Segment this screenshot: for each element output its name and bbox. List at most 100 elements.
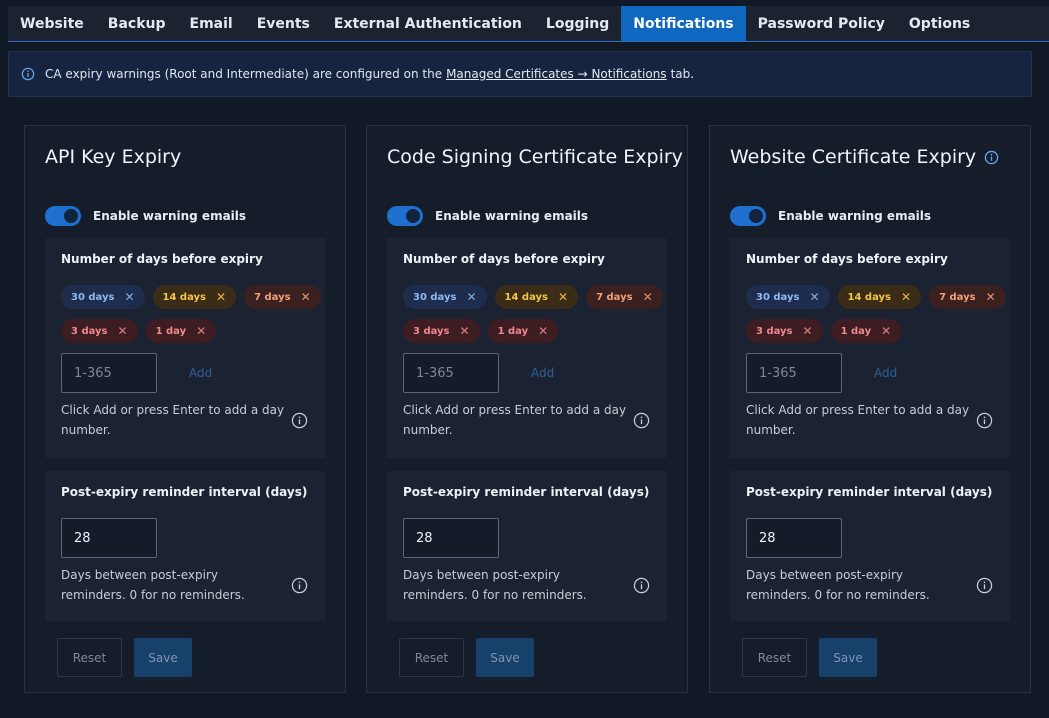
card-title-text: API Key Expiry (45, 146, 182, 168)
card-title: API Key Expiry (45, 146, 181, 168)
help-info-icon[interactable] (291, 412, 308, 429)
save-button[interactable]: Save (819, 638, 877, 677)
remove-chip-icon[interactable]: ✕ (118, 324, 128, 338)
days-before-expiry-title: Number of days before expiry (403, 252, 605, 266)
days-help-text: Click Add or press Enter to add a day nu… (746, 403, 970, 437)
reset-button[interactable]: Reset (742, 638, 807, 677)
day-chip-label: 14 days (504, 291, 548, 303)
day-chip-label: 7 days (939, 291, 976, 303)
remove-chip-icon[interactable]: ✕ (558, 290, 568, 304)
day-chip-label: 14 days (847, 291, 891, 303)
card-title-text: Code Signing Certificate Expiry (387, 146, 683, 168)
enable-warning-toggle[interactable] (730, 206, 766, 226)
post-expiry-title: Post-expiry reminder interval (days) (403, 485, 650, 499)
tab-logging[interactable]: Logging (534, 6, 621, 41)
days-before-expiry-panel: Number of days before expiry 30 days ✕ 14 … (45, 238, 325, 458)
day-chip: 14 days ✕ (837, 285, 922, 309)
day-chip: 7 days ✕ (244, 285, 321, 309)
help-info-icon[interactable] (291, 577, 308, 594)
enable-warning-toggle[interactable] (45, 206, 81, 226)
enable-warning-label: Enable warning emails (93, 209, 247, 223)
days-before-expiry-title: Number of days before expiry (746, 252, 948, 266)
day-chip: 14 days ✕ (494, 285, 579, 309)
remove-chip-icon[interactable]: ✕ (803, 324, 813, 338)
remove-chip-icon[interactable]: ✕ (643, 290, 653, 304)
add-day-button[interactable]: Add (531, 366, 554, 380)
day-chip-label: 3 days (756, 325, 793, 337)
day-chip: 1 day ✕ (830, 319, 902, 343)
remove-chip-icon[interactable]: ✕ (466, 290, 476, 304)
card-title: Website Certificate Expiry (730, 146, 999, 168)
remove-chip-icon[interactable]: ✕ (124, 290, 134, 304)
help-info-icon[interactable] (976, 412, 993, 429)
reset-button[interactable]: Reset (399, 638, 464, 677)
tab-website[interactable]: Website (8, 6, 96, 41)
tab-options[interactable]: Options (897, 6, 982, 41)
tab-password-policy[interactable]: Password Policy (746, 6, 897, 41)
day-chip: 1 day ✕ (487, 319, 559, 343)
tab-events[interactable]: Events (245, 6, 322, 41)
save-button[interactable]: Save (134, 638, 192, 677)
day-chip-label: 14 days (162, 291, 206, 303)
days-help-text: Click Add or press Enter to add a day nu… (61, 403, 285, 437)
post-expiry-interval-input[interactable] (61, 518, 157, 558)
post-expiry-help-text: Days between post-expiry reminders. 0 fo… (746, 568, 930, 602)
days-before-expiry-panel: Number of days before expiry 30 days ✕ 14 … (387, 238, 667, 458)
day-number-input[interactable] (746, 353, 842, 393)
tab-notifications[interactable]: Notifications (621, 6, 746, 41)
day-chip: 3 days ✕ (746, 319, 823, 343)
post-expiry-help-text: Days between post-expiry reminders. 0 fo… (403, 568, 587, 602)
tab-external-authentication[interactable]: External Authentication (322, 6, 534, 41)
days-before-expiry-title: Number of days before expiry (61, 252, 263, 266)
day-chip-list: 30 days ✕ 14 days ✕ 7 days ✕ 3 days ✕ 1 day ✕ (403, 285, 667, 343)
day-chip-label: 1 day (155, 325, 187, 337)
day-chip: 14 days ✕ (152, 285, 237, 309)
remove-chip-icon[interactable]: ✕ (901, 290, 911, 304)
tab-backup[interactable]: Backup (96, 6, 178, 41)
remove-chip-icon[interactable]: ✕ (301, 290, 311, 304)
tab-email[interactable]: Email (178, 6, 245, 41)
add-day-button[interactable]: Add (189, 366, 212, 380)
days-help-text: Click Add or press Enter to add a day nu… (403, 403, 627, 437)
managed-certificates-notifications-link[interactable]: Managed Certificates → Notifications (446, 67, 666, 81)
day-chip-label: 3 days (71, 325, 108, 337)
post-expiry-panel: Post-expiry reminder interval (days) Day… (387, 471, 667, 621)
post-expiry-title: Post-expiry reminder interval (days) (746, 485, 993, 499)
card-title-text: Website Certificate Expiry (730, 146, 977, 168)
enable-warning-toggle[interactable] (387, 206, 423, 226)
help-info-icon[interactable] (633, 577, 650, 594)
remove-chip-icon[interactable]: ✕ (809, 290, 819, 304)
help-info-icon[interactable] (633, 412, 650, 429)
remove-chip-icon[interactable]: ✕ (986, 290, 996, 304)
day-chip-label: 7 days (254, 291, 291, 303)
reset-button[interactable]: Reset (57, 638, 122, 677)
day-chip: 7 days ✕ (586, 285, 663, 309)
help-info-icon[interactable] (976, 577, 993, 594)
post-expiry-interval-input[interactable] (746, 518, 842, 558)
remove-chip-icon[interactable]: ✕ (216, 290, 226, 304)
enable-warning-row: Enable warning emails (730, 206, 931, 226)
post-expiry-interval-input[interactable] (403, 518, 499, 558)
info-icon (21, 67, 35, 81)
remove-chip-icon[interactable]: ✕ (460, 324, 470, 338)
settings-tabbar: Website Backup Email Events External Aut… (8, 6, 1049, 42)
add-day-button[interactable]: Add (874, 366, 897, 380)
day-chip: 7 days ✕ (929, 285, 1006, 309)
banner-text: CA expiry warnings (Root and Intermediat… (45, 67, 443, 81)
day-number-input[interactable] (403, 353, 499, 393)
remove-chip-icon[interactable]: ✕ (881, 324, 891, 338)
info-banner: CA expiry warnings (Root and Intermediat… (8, 51, 1032, 97)
day-chip-label: 30 days (71, 291, 115, 303)
remove-chip-icon[interactable]: ✕ (196, 324, 206, 338)
day-chip-list: 30 days ✕ 14 days ✕ 7 days ✕ 3 days ✕ 1 day ✕ (746, 285, 1010, 343)
info-icon[interactable] (984, 150, 999, 165)
enable-warning-label: Enable warning emails (435, 209, 589, 223)
enable-warning-row: Enable warning emails (387, 206, 588, 226)
day-chip-label: 30 days (756, 291, 800, 303)
save-button[interactable]: Save (476, 638, 534, 677)
day-number-input[interactable] (61, 353, 157, 393)
remove-chip-icon[interactable]: ✕ (538, 324, 548, 338)
banner-text-end: tab. (670, 67, 695, 81)
day-chip: 1 day ✕ (145, 319, 217, 343)
days-before-expiry-panel: Number of days before expiry 30 days ✕ 14 … (730, 238, 1010, 458)
